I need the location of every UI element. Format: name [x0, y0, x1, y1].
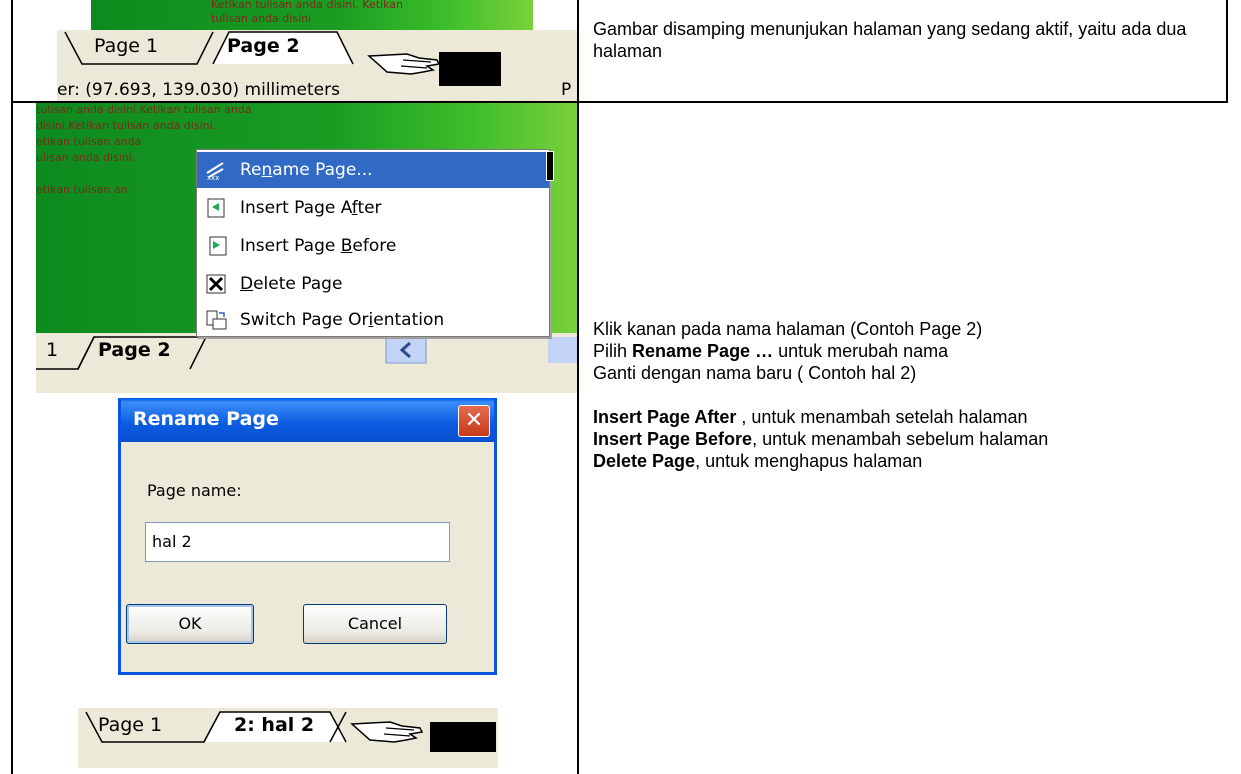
svg-text:xxx: xxx [207, 174, 219, 181]
menu-item-insert-page-before[interactable]: Insert Page Before [197, 228, 549, 264]
black-marker [439, 52, 501, 86]
tab-page-1[interactable]: Page 1 [94, 35, 158, 57]
tab-page-1[interactable]: Page 1 [98, 714, 162, 736]
delete-page-icon [206, 274, 226, 294]
rename-page-icon: xxx [206, 162, 224, 181]
menu-item-delete-page[interactable]: Delete Page [197, 266, 549, 302]
canvas-text: etikan tulisan anda [36, 135, 142, 148]
menu-edge [546, 151, 554, 181]
menu-item-insert-page-after[interactable]: Insert Page After [197, 190, 549, 226]
tab-hal-2[interactable]: 2: hal 2 [234, 714, 314, 736]
instruction-line: Klik kanan pada nama halaman (Contoh Pag… [593, 319, 983, 339]
close-icon[interactable]: ✕ [458, 405, 490, 437]
rename-page-dialog: Rename Page ✕ Page name: hal 2 OK Cancel [118, 398, 497, 675]
status-bar-right: P [561, 80, 572, 100]
row1-description: Gambar disamping menunjukan halaman yang… [593, 19, 1187, 61]
canvas-text: tulisan anda disini.Ketikan tulisan anda [36, 103, 252, 116]
renamed-tabbar-screenshot: Page 1 2: hal 2 [78, 708, 498, 768]
page-name-label: Page name: [147, 481, 242, 500]
instruction-line: Pilih Rename Page … untuk merubah nama [593, 341, 949, 361]
row2-instructions: Klik kanan pada nama halaman (Contoh Pag… [593, 318, 1213, 472]
table-border-right [1226, 0, 1228, 103]
canvas-text: etikan tulisan an [36, 183, 128, 196]
page-canvas: Ketikan tulisan anda disini. Ketikan tul… [91, 0, 533, 30]
instruction-line: Ganti dengan nama baru ( Contoh hal 2) [593, 363, 917, 383]
tabbar-screenshot: Ketikan tulisan anda disini. Ketikan tul… [57, 0, 577, 101]
tab-page-2[interactable]: Page 2 [98, 339, 171, 361]
instruction-line: Insert Page Before, untuk menambah sebel… [593, 429, 1049, 449]
insert-page-after-icon [207, 198, 225, 218]
instruction-line: Delete Page, untuk menghapus halaman [593, 451, 923, 471]
menu-item-rename-page[interactable]: xxx Rename Page... [197, 152, 549, 188]
ok-button[interactable]: OK [126, 604, 254, 644]
table-column-divider [577, 0, 579, 774]
status-bar-coordinates: er: (97.693, 139.030) millimeters [57, 80, 340, 100]
table-border-left [11, 0, 13, 774]
context-menu: xxx Rename Page... Insert Page After Ins… [196, 149, 550, 337]
canvas-text: Ketikan tulisan anda disini. Ketikan [211, 0, 403, 11]
black-marker [430, 722, 496, 752]
canvas-text: tulisan anda disini [211, 12, 312, 25]
tab-left-partial[interactable]: 1 [46, 339, 58, 361]
page-name-input[interactable]: hal 2 [145, 522, 450, 562]
menu-item-switch-page-orientation[interactable]: Switch Page Orientation [197, 302, 549, 338]
context-menu-screenshot: tulisan anda disini.Ketikan tulisan anda… [36, 103, 577, 393]
instruction-line: Insert Page After , untuk menambah setel… [593, 407, 1028, 427]
cancel-button[interactable]: Cancel [303, 604, 447, 644]
insert-page-before-icon [209, 236, 227, 256]
canvas-text: disini.Ketikan tulisan anda disini. [36, 119, 217, 132]
tab-page-2[interactable]: Page 2 [227, 35, 300, 57]
pointing-hand-icon [350, 721, 424, 743]
canvas-text: ulisan anda disini. [36, 151, 136, 164]
dialog-title-bar: Rename Page ✕ [121, 398, 494, 442]
switch-orientation-icon [206, 310, 227, 330]
dialog-title: Rename Page [133, 408, 279, 430]
